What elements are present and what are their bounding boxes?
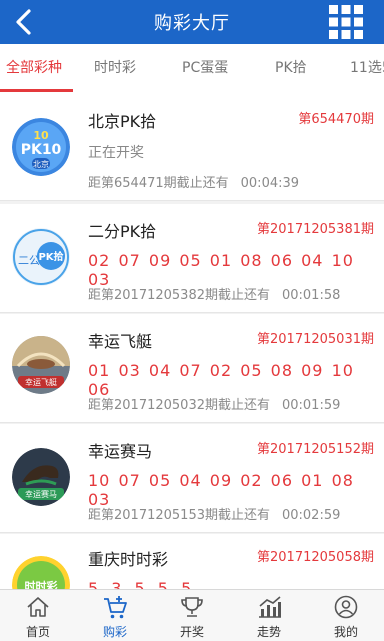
trend-chart-icon: [259, 596, 281, 618]
issue-number: 第20171205152期: [257, 442, 374, 457]
svg-text:10: 10: [33, 129, 49, 142]
tab-pcdd[interactable]: PC蛋蛋: [182, 44, 228, 92]
lottery-row-bjpk10[interactable]: 10 PK10 北京 北京PK拾 第654470期 正在开奖 距第654471期…: [0, 92, 384, 201]
lottery-logo-2fpk10: 二公 PK拾: [12, 228, 70, 286]
deadline-info: 距第20171205153期截止还有 00:02:59: [88, 504, 340, 523]
lottery-logo-xysm: 幸运赛马: [12, 448, 70, 506]
lottery-row-xysm[interactable]: 幸运赛马 幸运赛马 第20171205152期 10 07 05 04 09 0…: [0, 424, 384, 533]
chevron-left-icon[interactable]: [8, 6, 40, 38]
trophy-icon: [181, 597, 203, 617]
issue-number: 第20171205058期: [257, 550, 374, 565]
svg-text:幸运飞艇: 幸运飞艇: [25, 377, 57, 387]
issue-number: 第654470期: [298, 112, 374, 127]
tab-ssc[interactable]: 时时彩: [94, 44, 136, 92]
svg-text:PK10: PK10: [21, 142, 62, 158]
lottery-row-2fpk10[interactable]: 二公 PK拾 二分PK拾 第20171205381期 02 07 09 05 0…: [0, 204, 384, 313]
tab-11x5[interactable]: 11选5: [350, 44, 384, 92]
deadline-info: 距第20171205032期截止还有 00:01:59: [88, 394, 340, 413]
svg-text:时时彩: 时时彩: [25, 579, 58, 589]
lottery-name: 幸运赛马: [88, 442, 153, 461]
deadline-info: 距第654471期截止还有 00:04:39: [88, 172, 299, 191]
horse-racing-logo-icon: 幸运赛马: [12, 448, 70, 506]
lottery-logo-xyft: 幸运飞艇: [12, 336, 70, 394]
nav-trend[interactable]: 走势: [231, 590, 307, 641]
user-icon: [334, 595, 358, 619]
svg-text:PK拾: PK拾: [38, 250, 63, 263]
issue-number: 第20171205031期: [257, 332, 374, 347]
svg-text:幸运赛马: 幸运赛马: [25, 489, 57, 499]
grid-icon[interactable]: [328, 4, 364, 40]
deadline-info: 距第20171205382期截止还有 00:01:58: [88, 284, 340, 303]
2f-pk10-logo-icon: 二公 PK拾: [12, 228, 70, 286]
lottery-row-xyft[interactable]: 幸运飞艇 幸运飞艇 第20171205031期 01 03 04 07 02 0…: [0, 314, 384, 423]
lottery-logo-bjpk10: 10 PK10 北京: [12, 118, 70, 176]
airship-logo-icon: 幸运飞艇: [12, 336, 70, 394]
lottery-name: 幸运飞艇: [88, 332, 153, 351]
lottery-name: 二分PK拾: [88, 222, 157, 241]
draw-status: 正在开奖: [88, 145, 144, 161]
nav-mine[interactable]: 我的: [308, 590, 384, 641]
lottery-name: 重庆时时彩: [88, 550, 169, 569]
lottery-list: 10 PK10 北京 北京PK拾 第654470期 正在开奖 距第654471期…: [0, 92, 384, 589]
cart-icon: [104, 596, 127, 619]
page-title: 购彩大厅: [154, 13, 230, 34]
deadline-text: 距第20171205153期截止还有: [88, 508, 270, 523]
lottery-logo-cqssc: 时时彩: [12, 556, 70, 589]
pk10-logo-icon: 10 PK10 北京: [12, 118, 70, 176]
category-tabs: 全部彩种 时时彩 PC蛋蛋 PK拾 11选5: [0, 44, 384, 93]
nav-label: 开奖: [179, 625, 204, 639]
nav-results[interactable]: 开奖: [154, 590, 230, 641]
lottery-name: 北京PK拾: [88, 112, 157, 131]
countdown: 00:01:59: [281, 398, 341, 413]
bottom-nav: 首页 购彩 开奖 走势 我的: [0, 589, 384, 641]
draw-numbers: 5 3 5 5 5: [88, 579, 195, 589]
lottery-row-cqssc[interactable]: 时时彩 重庆时时彩 第20171205058期 5 3 5 5 5: [0, 534, 384, 589]
deadline-text: 距第20171205032期截止还有: [88, 398, 270, 413]
deadline-text: 距第654471期截止还有: [88, 176, 229, 191]
ssc-logo-icon: 时时彩: [12, 556, 70, 589]
nav-buy[interactable]: 购彩: [77, 590, 153, 641]
svg-text:北京: 北京: [33, 159, 49, 169]
countdown: 00:04:39: [240, 176, 300, 191]
header-bar: 购彩大厅: [0, 0, 384, 44]
nav-label: 我的: [333, 625, 358, 639]
tab-all[interactable]: 全部彩种: [6, 44, 62, 92]
countdown: 00:01:58: [281, 288, 341, 303]
tab-pk10[interactable]: PK拾: [275, 44, 307, 92]
nav-label: 走势: [256, 625, 281, 639]
home-icon: [27, 597, 49, 617]
svg-text:二公: 二公: [18, 254, 40, 267]
nav-label: 首页: [25, 625, 50, 639]
deadline-text: 距第20171205382期截止还有: [88, 288, 270, 303]
countdown: 00:02:59: [281, 508, 341, 523]
nav-label: 购彩: [102, 625, 127, 639]
nav-home[interactable]: 首页: [0, 590, 76, 641]
issue-number: 第20171205381期: [257, 222, 374, 237]
